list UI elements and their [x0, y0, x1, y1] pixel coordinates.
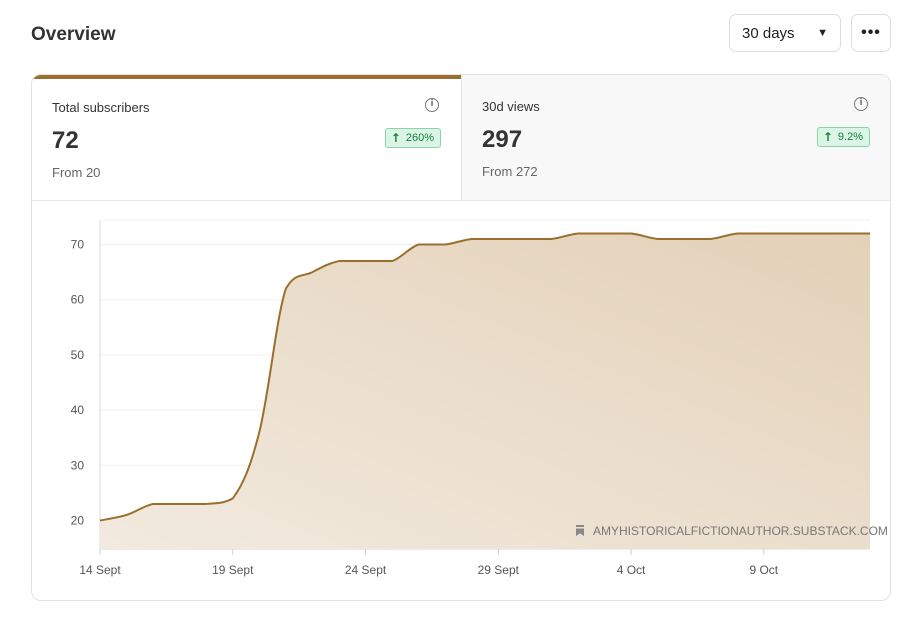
x-tick-label: 14 Sept — [79, 563, 121, 577]
x-tick-label: 19 Sept — [212, 563, 254, 577]
area-fill — [100, 233, 870, 549]
y-tick-label: 60 — [71, 293, 85, 307]
y-tick-label: 40 — [71, 403, 85, 417]
y-tick-label: 20 — [71, 514, 85, 528]
y-tick-label: 70 — [71, 238, 85, 252]
x-tick-label: 24 Sept — [345, 563, 387, 577]
y-tick-label: 50 — [71, 348, 85, 362]
x-tick-label: 9 Oct — [749, 563, 778, 577]
y-tick-label: 30 — [71, 458, 85, 472]
x-tick-label: 29 Sept — [478, 563, 520, 577]
subscribers-chart: 20 30 40 50 60 70 14 Sept 19 Sept 24 Sept 29 Sep… — [71, 219, 888, 577]
x-tick-label: 4 Oct — [617, 563, 646, 577]
watermark-text: AMYHISTORICALFICTIONAUTHOR.SUBSTACK.COM — [593, 524, 888, 538]
